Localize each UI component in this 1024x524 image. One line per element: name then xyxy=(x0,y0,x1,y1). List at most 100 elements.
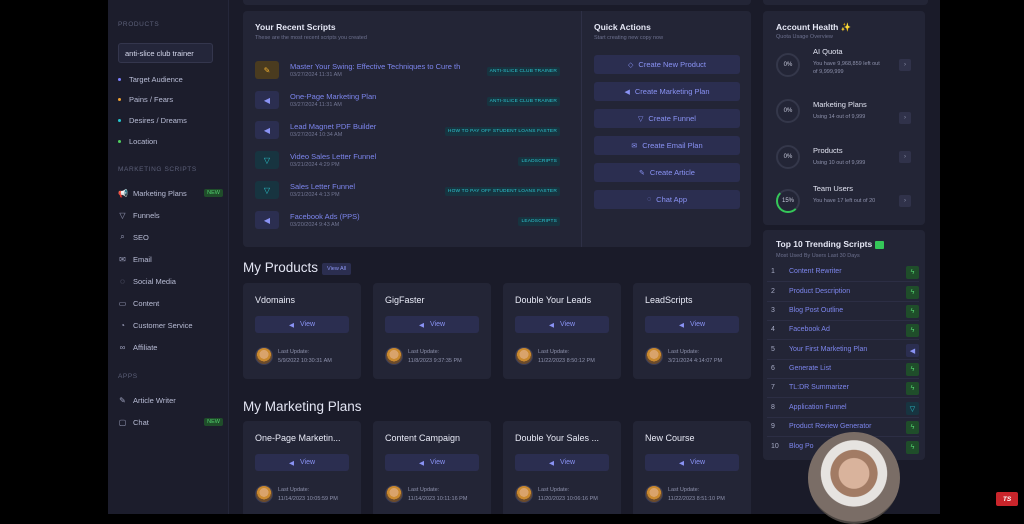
trending-row[interactable]: 4 Facebook Ad ϟ xyxy=(767,322,919,340)
recent-scripts-subtitle: These are the most recent scripts you cr… xyxy=(255,35,367,41)
webcam-overlay xyxy=(808,432,900,524)
script-tag: HOW TO PAY OFF STUDENT LOANS FASTER xyxy=(444,127,560,136)
product-card: Double Your Leads ◀ View Last Update: 11/… xyxy=(503,283,621,379)
quick-actions-title: Quick Actions xyxy=(594,22,651,32)
chevron-right-icon[interactable]: › xyxy=(899,195,911,207)
recent-script-row[interactable]: ✎ Master Your Swing: Effective Technique… xyxy=(255,61,560,83)
trending-row[interactable]: 5 Your First Marketing Plan ◀ xyxy=(767,342,919,360)
avatar xyxy=(255,347,273,365)
recent-script-row[interactable]: ◀ Lead Magnet PDF Builder 03/27/2024 10:… xyxy=(255,121,560,143)
sidebar-item-article-writer[interactable]: ✎ Article Writer xyxy=(118,393,223,407)
create-funnel-button[interactable]: ▽ Create Funnel xyxy=(594,109,740,128)
view-button[interactable]: ◀ View xyxy=(255,316,349,333)
last-update-date: 3/21/2024 4:14:07 PM xyxy=(668,358,723,364)
chevron-right-icon[interactable]: › xyxy=(899,59,911,71)
view-button[interactable]: ◀ View xyxy=(385,454,479,471)
create-email-plan-button[interactable]: ✉ Create Email Plan xyxy=(594,136,740,155)
trending-row[interactable]: 3 Blog Post Outline ϟ xyxy=(767,303,919,321)
sidebar-item-email[interactable]: ✉ Email xyxy=(118,252,223,266)
sidebar-item-affiliate[interactable]: ∞ Affiliate xyxy=(118,340,223,354)
bolt-icon: ϟ xyxy=(906,441,919,454)
chart-icon xyxy=(874,240,884,249)
view-button[interactable]: ◀ View xyxy=(515,316,609,333)
sidebar-item-pains-fears[interactable]: Pains / Fears xyxy=(118,92,223,106)
sidebar-item-content[interactable]: ▭ Content xyxy=(118,296,223,310)
script-tag: LEADSCRIPTS xyxy=(518,217,560,226)
view-button[interactable]: ◀ View xyxy=(645,316,739,333)
card-title: Vdomains xyxy=(255,295,296,305)
script-title: Video Sales Letter Funnel xyxy=(290,152,377,161)
sidebar-item-desires-dreams[interactable]: Desires / Dreams xyxy=(118,113,223,127)
magnifier-icon: ⌕ xyxy=(120,232,125,241)
view-button[interactable]: ◀ View xyxy=(515,454,609,471)
row-number: 6 xyxy=(771,365,775,372)
script-date: 03/21/2024 4:13 PM xyxy=(290,192,340,198)
last-update-label: Last Update: xyxy=(538,487,570,493)
recent-script-row[interactable]: ▽ Sales Letter Funnel 03/21/2024 4:13 PM… xyxy=(255,181,560,203)
view-button[interactable]: ◀ View xyxy=(385,316,479,333)
sidebar-item-chat[interactable]: ▢ Chat NEW xyxy=(118,415,223,429)
trending-row[interactable]: 6 Generate List ϟ xyxy=(767,361,919,379)
sidebar-item-label: Affiliate xyxy=(133,342,158,352)
row-name: Blog Post Outline xyxy=(789,307,844,314)
trending-row[interactable]: 1 Content Rewriter ϟ xyxy=(767,264,919,282)
script-title: Lead Magnet PDF Builder xyxy=(290,122,377,131)
product-selector[interactable]: anti-slice club trainer xyxy=(118,43,213,63)
envelope-icon: ✉ xyxy=(631,142,638,150)
sidebar: PRODUCTS anti-slice club trainer Target … xyxy=(108,0,229,514)
chevron-right-icon[interactable]: › xyxy=(899,112,911,124)
bolt-icon: ϟ xyxy=(906,382,919,395)
sidebar-item-marketing-plans[interactable]: 📢 Marketing Plans NEW xyxy=(118,186,223,200)
view-all-button[interactable]: View All xyxy=(322,263,352,275)
create-new-product-button[interactable]: ◇ Create New Product xyxy=(594,55,740,74)
sidebar-item-customer-service[interactable]: ◔ Customer Service xyxy=(118,318,223,332)
funnel-icon: ▽ xyxy=(638,115,644,123)
row-name: Content Rewriter xyxy=(789,268,842,275)
megaphone-icon: ◀ xyxy=(624,88,630,96)
card-title: LeadScripts xyxy=(645,295,693,305)
sidebar-item-label: SEO xyxy=(133,232,149,242)
sidebar-item-location[interactable]: Location xyxy=(118,134,223,148)
sidebar-item-social-media[interactable]: ◌ Social Media xyxy=(118,274,223,288)
sidebar-item-label: Social Media xyxy=(133,276,176,286)
button-label: Create Article xyxy=(649,168,695,177)
row-name: TL:DR Summarizer xyxy=(789,384,849,391)
top-bar xyxy=(243,0,751,5)
channel-logo: TS xyxy=(996,492,1018,506)
last-update-label: Last Update: xyxy=(538,349,570,355)
last-update-label: Last Update: xyxy=(668,487,700,493)
trending-row[interactable]: 7 TL:DR Summarizer ϟ xyxy=(767,380,919,398)
create-article-button[interactable]: ✎ Create Article xyxy=(594,163,740,182)
sidebar-item-seo[interactable]: ⌕ SEO xyxy=(118,230,223,244)
button-label: Create Email Plan xyxy=(642,141,703,150)
recent-script-row[interactable]: ◀ Facebook Ads (PPS) 03/20/2024 9:43 AM … xyxy=(255,211,560,233)
bolt-icon: ϟ xyxy=(906,305,919,318)
products-label: Products xyxy=(813,146,843,155)
megaphone-icon: ◀ xyxy=(255,121,279,139)
view-button[interactable]: ◀ View xyxy=(255,454,349,471)
row-number: 3 xyxy=(771,307,775,314)
plan-card: One-Page Marketin... ◀ View Last Update: … xyxy=(243,421,361,514)
ai-quota-gauge: 0% xyxy=(776,53,800,77)
chat-app-button[interactable]: ◌ Chat App xyxy=(594,190,740,209)
create-marketing-plan-button[interactable]: ◀ Create Marketing Plan xyxy=(594,82,740,101)
button-label: Create New Product xyxy=(638,60,706,69)
sidebar-item-funnels[interactable]: ▽ Funnels xyxy=(118,208,223,222)
trending-row[interactable]: 8 Application Funnel ▽ xyxy=(767,400,919,418)
sidebar-item-target-audience[interactable]: Target Audience xyxy=(118,72,223,86)
recent-script-row[interactable]: ▽ Video Sales Letter Funnel 03/21/2024 4… xyxy=(255,151,560,173)
last-update-date: 11/8/2023 9:37:35 PM xyxy=(408,358,462,364)
bolt-icon: ϟ xyxy=(906,266,919,279)
recent-script-row[interactable]: ◀ One-Page Marketing Plan 03/27/2024 11:… xyxy=(255,91,560,113)
script-tag: ANTI-SLICE CLUB TRAINER xyxy=(486,67,560,76)
team-users-label: Team Users xyxy=(813,184,854,193)
account-health-subtitle: Quota Usage Overview xyxy=(776,34,833,40)
row-name: Generate List xyxy=(789,365,832,372)
megaphone-icon: ◀ xyxy=(548,321,554,329)
marketing-section-label: MARKETING SCRIPTS xyxy=(118,166,197,173)
chevron-right-icon[interactable]: › xyxy=(899,151,911,163)
trending-row[interactable]: 2 Product Description ϟ xyxy=(767,284,919,302)
row-number: 4 xyxy=(771,326,775,333)
view-button[interactable]: ◀ View xyxy=(645,454,739,471)
script-date: 03/21/2024 4:29 PM xyxy=(290,162,340,168)
